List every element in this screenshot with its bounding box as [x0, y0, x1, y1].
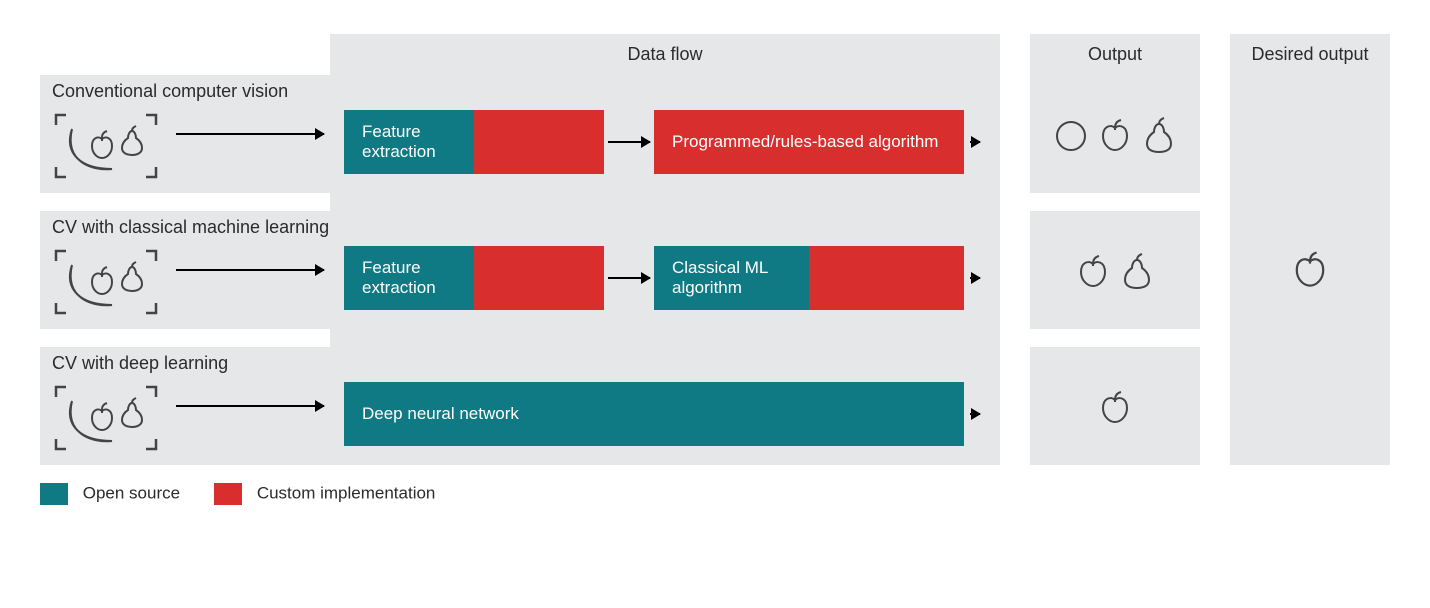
desired-output	[1230, 75, 1390, 465]
flow-segment-red: Programmed/rules-based algorithm	[654, 110, 964, 174]
flow-block: Deep neural network	[344, 382, 964, 446]
header-desired: Desired output	[1230, 34, 1390, 75]
apple-icon	[1288, 246, 1332, 295]
circle-icon	[1051, 114, 1091, 154]
arrow-icon	[970, 277, 980, 279]
header-output: Output	[1030, 34, 1200, 75]
arrow-icon	[176, 133, 324, 135]
flow-block: Feature extraction	[344, 110, 604, 174]
row-2-output	[1030, 347, 1200, 465]
apple-icon	[1073, 250, 1113, 290]
output-icons	[1051, 114, 1179, 154]
flow-segment-red	[474, 110, 604, 174]
row-1-input: CV with classical machine learning	[40, 211, 330, 329]
arrow-icon	[608, 141, 650, 143]
flow-block: Feature extraction	[344, 246, 604, 310]
row-2-input: CV with deep learning	[40, 347, 330, 465]
output-icons	[1095, 386, 1135, 426]
row-0-dataflow: Feature extraction Programmed/rules-based…	[330, 75, 1000, 193]
flow-segment-red	[474, 246, 604, 310]
arrow-icon	[176, 269, 324, 271]
legend-label: Open source	[83, 483, 180, 502]
row-0-title: Conventional computer vision	[52, 81, 288, 102]
pear-icon	[1117, 250, 1157, 290]
legend-swatch-teal	[40, 483, 68, 505]
row-1-output	[1030, 211, 1200, 329]
legend-label: Custom implementation	[257, 483, 436, 502]
legend-item: Custom implementation	[214, 483, 435, 505]
arrow-icon	[608, 277, 650, 279]
row-0-input: Conventional computer vision	[40, 75, 330, 193]
apple-icon	[1095, 386, 1135, 426]
flow-segment-teal: Feature extraction	[344, 246, 474, 310]
output-icons	[1073, 250, 1157, 290]
arrow-icon	[176, 405, 324, 407]
legend: Open source Custom implementation	[40, 483, 1390, 505]
row-2-title: CV with deep learning	[52, 353, 228, 374]
flow-segment-red	[809, 246, 964, 310]
flow-segment-teal: Deep neural network	[344, 382, 964, 446]
header-blank	[40, 34, 330, 75]
row-2-dataflow: Deep neural network	[330, 347, 1000, 465]
arrow-icon	[970, 413, 980, 415]
diagram-stage: Data flow Output Desired output Conventi…	[40, 34, 1390, 465]
flow-segment-teal: Classical ML algorithm	[654, 246, 809, 310]
legend-swatch-red	[214, 483, 242, 505]
pear-icon	[1139, 114, 1179, 154]
header-dataflow: Data flow	[330, 34, 1000, 75]
legend-item: Open source	[40, 483, 180, 505]
row-0-output	[1030, 75, 1200, 193]
flow-segment-teal: Feature extraction	[344, 110, 474, 174]
row-1-title: CV with classical machine learning	[52, 217, 329, 238]
row-1-dataflow: Feature extraction Classical ML algorithm	[330, 211, 1000, 329]
arrow-icon	[970, 141, 980, 143]
flow-block: Programmed/rules-based algorithm	[654, 110, 964, 174]
flow-block: Classical ML algorithm	[654, 246, 964, 310]
apple-icon	[1095, 114, 1135, 154]
